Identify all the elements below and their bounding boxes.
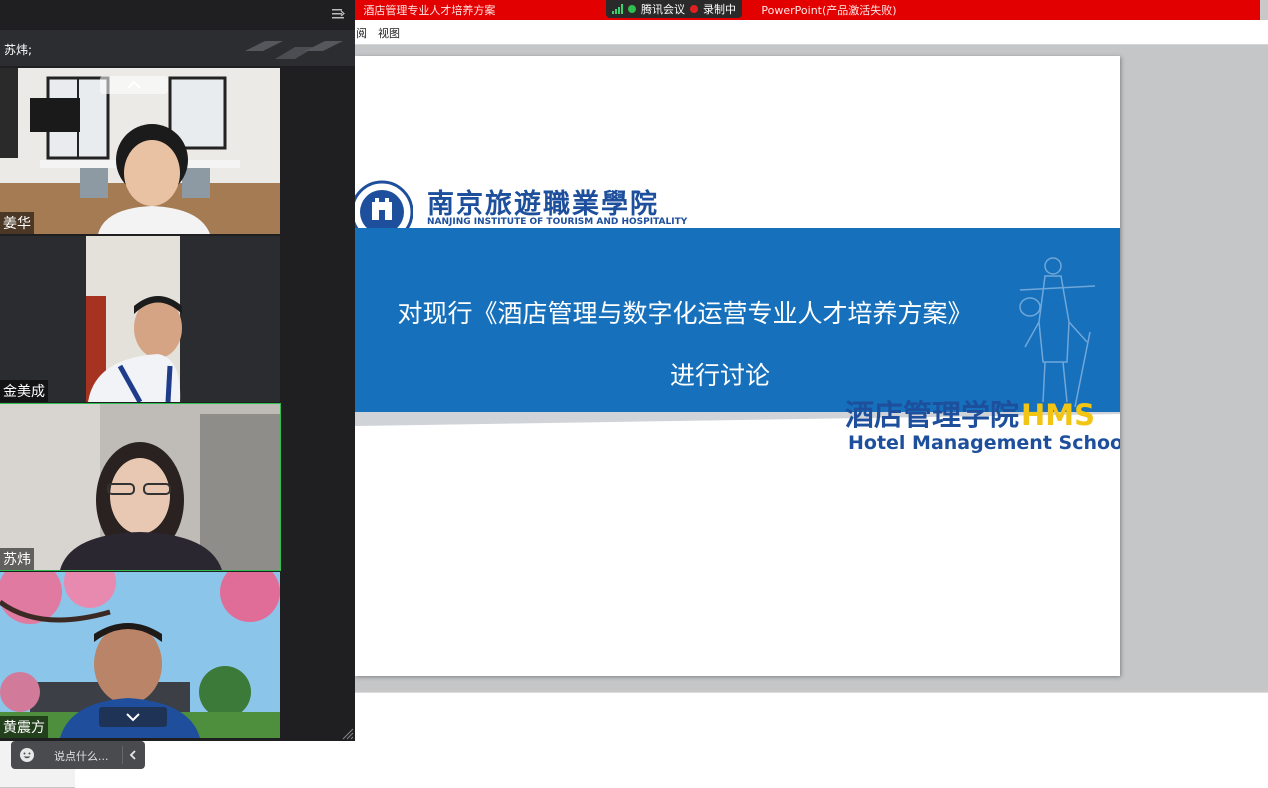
current-slide[interactable]: 南京旅遊職業學院 NANJING INSTITUTE OF TOURISM AN… (355, 56, 1120, 676)
chat-input-bar[interactable]: 说点什么... (11, 741, 145, 769)
tab-review[interactable]: 阅 (356, 25, 367, 41)
school-name-en: NANJING INSTITUTE OF TOURISM AND HOSPITA… (427, 217, 688, 227)
resize-grip-icon[interactable] (340, 726, 354, 740)
traveler-illustration-icon (1019, 257, 1096, 408)
meeting-video-panel: 苏炜; 姜华 金美成 苏炜 黄震方 (0, 0, 355, 741)
speaking-participant: 苏炜; (4, 43, 33, 57)
meeting-status-bar[interactable]: 腾讯会议 录制中 (606, 0, 742, 18)
participant-name: 黄震方 (0, 716, 48, 738)
collapse-down-button[interactable] (99, 707, 167, 727)
slide-title-line2: 进行讨论 (669, 361, 770, 390)
meeting-app-name: 腾讯会议 (641, 3, 685, 16)
slide-title-line1: 对现行《酒店管理与数字化运营专业人才培养方案》 (397, 299, 973, 328)
chevron-down-icon (126, 713, 140, 722)
layout-menu-icon[interactable] (330, 6, 346, 22)
meeting-logo-icon (628, 5, 636, 13)
video-tile[interactable]: 姜华 (0, 68, 280, 234)
department-name-cn-text: 酒店管理学院 (845, 398, 1020, 432)
speaker-bar-decoration (245, 41, 343, 59)
video-tile[interactable]: 黄震方 (0, 572, 280, 738)
department-name-en: Hotel Management School (848, 432, 1120, 454)
recording-icon (690, 5, 698, 13)
department-name-cn: 酒店管理学院HMS (845, 392, 1095, 434)
school-name-cn: 南京旅遊職業學院 (427, 189, 659, 220)
tab-view[interactable]: 视图 (378, 25, 400, 41)
emoji-icon[interactable] (19, 747, 35, 763)
video-tile-active-speaker[interactable]: 苏炜 (0, 403, 281, 571)
window-title-left: 酒店管理专业人才培养方案 (363, 4, 496, 17)
participant-video (0, 404, 280, 570)
chat-divider (122, 746, 123, 764)
participant-name: 金美成 (0, 380, 48, 402)
chat-input[interactable]: 说点什么... (54, 748, 109, 764)
participant-name: 苏炜 (0, 548, 34, 570)
participant-video (0, 236, 280, 402)
chevron-left-icon[interactable] (127, 748, 139, 762)
department-abbr: HMS (1021, 398, 1096, 432)
speaking-indicator: 苏炜; (0, 30, 355, 66)
chevron-up-icon (127, 80, 141, 89)
collapse-up-button[interactable] (100, 76, 168, 94)
recording-status[interactable]: 录制中 (703, 1, 736, 17)
window-title-right: PowerPoint(产品激活失败) (761, 4, 897, 17)
participant-name: 姜华 (0, 212, 34, 234)
panel-header (0, 0, 355, 30)
video-tile[interactable]: 金美成 (0, 236, 280, 402)
signal-strength-icon (612, 4, 623, 14)
